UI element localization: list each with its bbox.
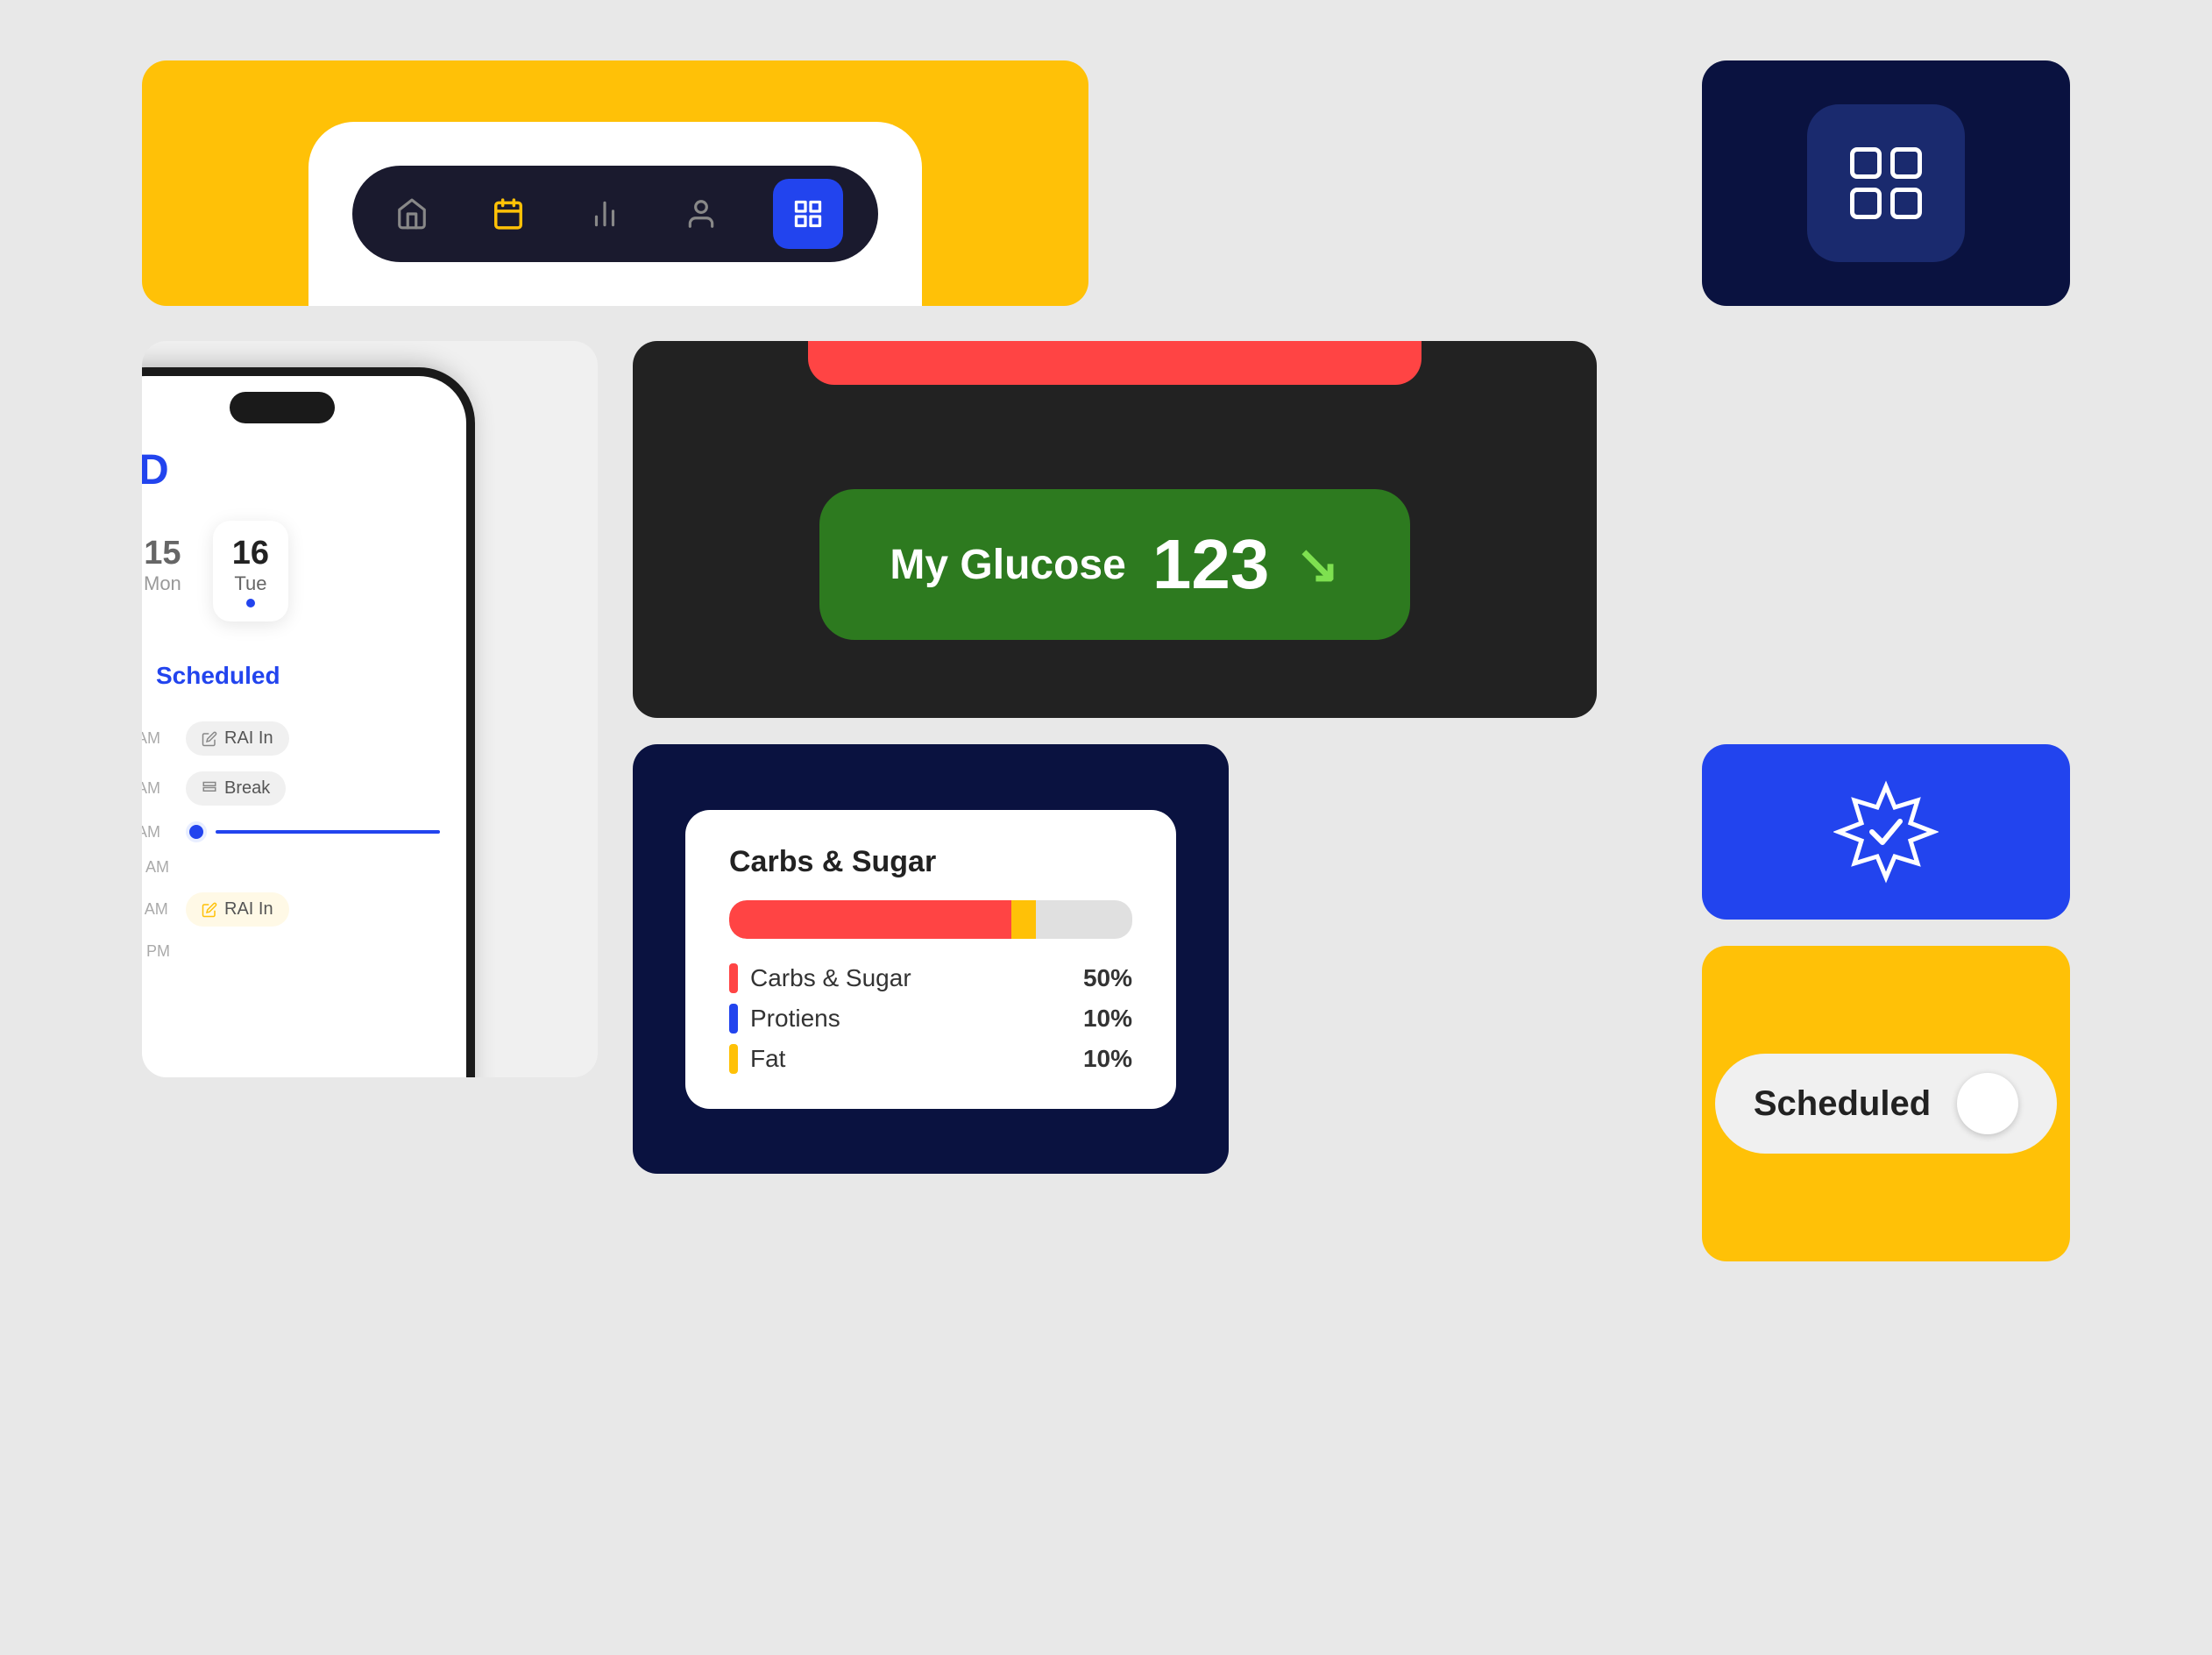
time-item-9am: 9 AM	[142, 821, 440, 842]
day-label-tue: Tue	[232, 572, 269, 595]
phone-card: :D 15 Mon 16 Tue Scheduled	[142, 341, 598, 1077]
carbs-inner: Carbs & Sugar Carbs & Sugar 50% Protiens	[685, 810, 1176, 1109]
calendar-days: 15 Mon 16 Tue	[142, 521, 440, 622]
legend-pct-carbs: 50%	[1083, 964, 1132, 992]
fat-color-dot	[729, 1044, 738, 1074]
event-rai-2[interactable]: RAI In	[186, 892, 289, 927]
legend-left-carbs: Carbs & Sugar	[729, 963, 911, 993]
legend-item-protein: Protiens 10%	[729, 1004, 1132, 1033]
glucose-pill: My Glucose 123 ↘	[819, 489, 1409, 640]
verified-icon-wrapper	[1825, 771, 1947, 893]
active-day-dot	[246, 599, 255, 607]
logo-grid	[1850, 147, 1922, 219]
timeline-dot	[186, 821, 207, 842]
chart-icon[interactable]	[580, 189, 629, 238]
scheduled-pill[interactable]: Scheduled	[142, 648, 312, 704]
nav-card	[142, 60, 1088, 306]
logo-dot-1	[1850, 147, 1882, 179]
cal-day-tue[interactable]: 16 Tue	[213, 521, 288, 622]
logo-dot-3	[1850, 188, 1882, 219]
time-9am: 9 AM	[142, 823, 186, 842]
time-list: 6 AM RAI In 7 AM Break	[142, 721, 440, 961]
logo-dot-2	[1890, 147, 1922, 179]
phone-bottom	[308, 122, 922, 306]
phone-logo: :D	[142, 446, 440, 494]
grid-icon[interactable]	[773, 179, 843, 249]
legend-left-fat: Fat	[729, 1044, 785, 1074]
home-icon[interactable]	[387, 189, 436, 238]
time-6am: 6 AM	[142, 729, 186, 748]
time-item-10am: 10 AM	[142, 858, 440, 877]
legend-pct-protein: 10%	[1083, 1005, 1132, 1033]
calendar-icon[interactable]	[484, 189, 533, 238]
glucose-arrow-icon: ↘	[1295, 534, 1339, 595]
carbs-card: Carbs & Sugar Carbs & Sugar 50% Protiens	[633, 744, 1229, 1174]
glucose-top-bar	[808, 341, 1421, 385]
verified-badge-icon	[1833, 779, 1939, 884]
legend-label-protein: Protiens	[750, 1005, 840, 1033]
day-num-15: 15	[144, 535, 181, 572]
day-num-16: 16	[232, 535, 269, 572]
legend-label-fat: Fat	[750, 1045, 785, 1073]
dynamic-island	[230, 392, 335, 423]
time-11am: 11 AM	[142, 900, 186, 919]
time-item-7am: 7 AM Break	[142, 771, 440, 806]
glucose-card: My Glucose 123 ↘	[633, 341, 1597, 718]
cal-day-mon[interactable]: 15 Mon	[142, 521, 201, 622]
toggle-knob[interactable]	[1957, 1073, 2018, 1134]
glucose-label: My Glucose	[890, 541, 1125, 589]
time-item-6am: 6 AM RAI In	[142, 721, 440, 756]
time-item-12pm: 12 PM	[142, 942, 440, 961]
verified-card	[1702, 744, 2070, 920]
day-label-mon: Mon	[144, 572, 181, 595]
carbs-bar	[729, 900, 1132, 939]
carbs-color-dot	[729, 963, 738, 993]
legend-label-carbs: Carbs & Sugar	[750, 964, 911, 992]
person-icon[interactable]	[677, 189, 726, 238]
time-item-11am: 11 AM RAI In	[142, 892, 440, 927]
time-7am: 7 AM	[142, 779, 186, 798]
protein-color-dot	[729, 1004, 738, 1033]
time-12pm: 12 PM	[142, 942, 186, 961]
logo-card	[1702, 60, 2070, 306]
logo-dot-4	[1890, 188, 1922, 219]
nav-bar	[352, 166, 878, 262]
carbs-legend: Carbs & Sugar 50% Protiens 10% Fat	[729, 963, 1132, 1074]
event-rai-1[interactable]: RAI In	[186, 721, 289, 756]
phone-mockup: :D 15 Mon 16 Tue Scheduled	[142, 367, 475, 1077]
legend-item-carbs: Carbs & Sugar 50%	[729, 963, 1132, 993]
carbs-bar-yellow	[1011, 900, 1036, 939]
scheduled-toggle[interactable]: Scheduled	[1715, 1054, 2057, 1154]
carbs-title: Carbs & Sugar	[729, 845, 1132, 879]
scheduled-card: Scheduled	[1702, 946, 2070, 1261]
event-break[interactable]: Break	[186, 771, 286, 806]
phone-content: :D 15 Mon 16 Tue Scheduled	[142, 376, 466, 1077]
logo-icon-box	[1807, 104, 1965, 262]
legend-pct-fat: 10%	[1083, 1045, 1132, 1073]
scheduled-toggle-label: Scheduled	[1754, 1084, 1931, 1124]
main-canvas: :D 15 Mon 16 Tue Scheduled	[142, 60, 2070, 1595]
legend-item-fat: Fat 10%	[729, 1044, 1132, 1074]
legend-left-protein: Protiens	[729, 1004, 840, 1033]
time-10am: 10 AM	[142, 858, 186, 877]
scheduled-label: Scheduled	[156, 662, 280, 689]
carbs-bar-red	[729, 900, 1011, 939]
glucose-value: 123	[1152, 524, 1269, 605]
